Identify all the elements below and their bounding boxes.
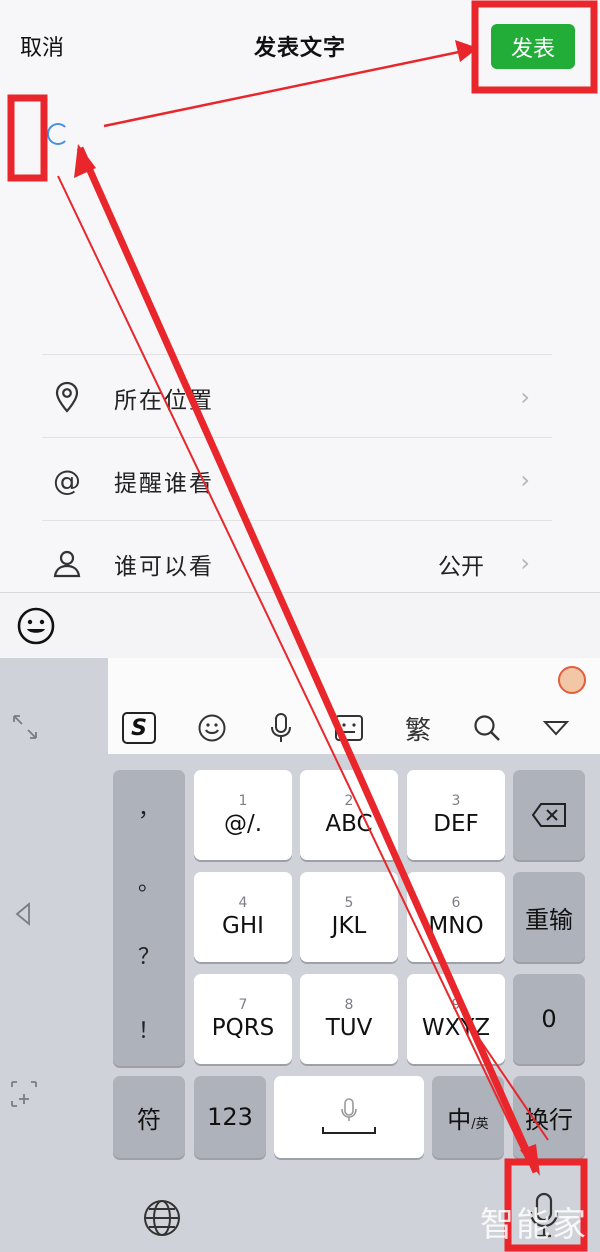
collapse-keyboard-icon[interactable] (538, 710, 574, 746)
lang-switch-key[interactable]: 中/英 (432, 1076, 504, 1158)
post-text-input[interactable] (0, 92, 600, 354)
option-value: 公开 (438, 554, 484, 580)
chevron-right-icon: › (520, 466, 530, 494)
at-icon: @ (53, 463, 81, 497)
key-0[interactable]: 0 (513, 974, 585, 1064)
emoji-bar (0, 592, 600, 658)
punct-exclaim-key[interactable]: ！ (113, 992, 185, 1066)
chevron-right-icon: › (520, 549, 530, 577)
option-visibility[interactable]: 谁可以看 公开 › (42, 520, 552, 603)
symbol-key[interactable]: 符 (113, 1076, 185, 1158)
globe-icon[interactable] (142, 1198, 182, 1238)
chevron-right-icon: › (520, 383, 530, 411)
reenter-key[interactable]: 重输 (513, 872, 585, 962)
person-icon (52, 547, 82, 579)
punctuation-list[interactable]: ， 。 ？ ！ (113, 770, 185, 1066)
key-6[interactable]: 6 MNO (407, 872, 505, 962)
key-1[interactable]: 1 @/. (194, 770, 292, 860)
skin-avatar-icon[interactable] (558, 666, 586, 694)
punct-question-key[interactable]: ？ (113, 918, 185, 992)
key-7[interactable]: 7 PQRS (194, 974, 292, 1064)
backspace-key[interactable] (513, 770, 585, 860)
microphone-icon[interactable] (263, 710, 299, 746)
sogou-logo-icon[interactable]: S (122, 712, 156, 744)
option-label: 所在位置 (114, 388, 214, 414)
traditional-chinese-toggle[interactable]: 繁 (400, 710, 436, 746)
key-2[interactable]: 2 ABC (300, 770, 398, 860)
search-icon[interactable] (469, 710, 505, 746)
candidate-panel: S 繁 (108, 658, 600, 754)
option-label: 谁可以看 (114, 554, 214, 580)
punct-period-key[interactable]: 。 (113, 844, 185, 918)
option-label: 提醒谁看 (114, 471, 214, 497)
key-4[interactable]: 4 GHI (194, 872, 292, 962)
loading-spinner-icon (47, 123, 69, 145)
numeric-key[interactable]: 123 (194, 1076, 266, 1158)
publish-button[interactable]: 发表 (491, 24, 575, 69)
top-bar: 取消 发表文字 发表 (0, 0, 600, 92)
option-location[interactable]: 所在位置 › (42, 354, 552, 437)
key-5[interactable]: 5 JKL (300, 872, 398, 962)
location-pin-icon (52, 381, 82, 413)
option-mention[interactable]: @ 提醒谁看 › (42, 437, 552, 520)
cursor-left-icon[interactable] (14, 902, 32, 932)
emoji-face-icon[interactable] (194, 710, 230, 746)
select-mode-icon[interactable] (10, 1080, 38, 1114)
ime-keyboard: S 繁 ， 。 ？ ！ 1 @/. 2 ABC 3 DEF 4 GHI 5 JK… (0, 658, 600, 1252)
emoji-icon[interactable] (16, 606, 56, 646)
punct-comma-key[interactable]: ， (113, 770, 185, 844)
space-mic-icon (322, 1098, 376, 1134)
keyboard-toolbar: S 繁 (108, 704, 600, 750)
key-3[interactable]: 3 DEF (407, 770, 505, 860)
space-key[interactable] (274, 1076, 424, 1158)
key-9[interactable]: 9 WXYZ (407, 974, 505, 1064)
resize-keyboard-icon[interactable] (12, 714, 38, 746)
watermark: 智能家 (480, 1205, 588, 1245)
backspace-icon (531, 803, 566, 827)
candidate-strip (108, 658, 600, 698)
keyboard-emoticon-icon[interactable] (331, 710, 367, 746)
newline-key[interactable]: 换行 (513, 1076, 585, 1158)
key-8[interactable]: 8 TUV (300, 974, 398, 1064)
